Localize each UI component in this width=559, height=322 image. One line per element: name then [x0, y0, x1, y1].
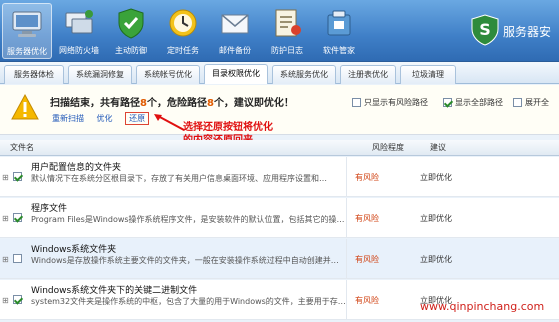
option-label: 显示全部路径: [455, 98, 503, 107]
expand-icon[interactable]: ⊞: [2, 214, 9, 223]
option-risky-only[interactable]: 只显示有风险路径: [352, 97, 428, 108]
row-desc: 默认情况下在系统分区根目录下，存放了有关用户信息桌面环境、应用程序设置和…: [31, 174, 327, 183]
title-mid: 个，危险路径: [146, 98, 207, 109]
toolbar-label: 邮件备份: [219, 46, 251, 55]
row-title: 程序文件: [31, 204, 68, 214]
tab-vuln-repair[interactable]: 系统漏洞修复: [68, 65, 132, 84]
row-desc: Program Files是Windows操作系统程序文件，是安装软件的默认位置…: [31, 215, 345, 224]
row-title: 用户配置信息的文件夹: [31, 163, 122, 173]
brand-name: 服务器安: [503, 25, 552, 39]
path-count: 8: [140, 98, 147, 109]
toolbar-label: 软件管家: [323, 46, 355, 55]
header-suggest: 建议: [430, 143, 446, 152]
toolbar-label: 服务器优化: [7, 47, 47, 56]
mail-icon: [221, 14, 249, 34]
title-suffix: 个，建议即优化！: [213, 98, 294, 109]
table-row[interactable]: ⊞ Windows系统文件夹 Windows是存放操作系统主要文件的文件夹，一般…: [0, 239, 559, 279]
column-divider: [346, 280, 347, 320]
table-row[interactable]: ⊞ 用户配置信息的文件夹 默认情况下在系统分区根目录下，存放了有关用户信息桌面环…: [0, 157, 559, 197]
main-toolbar: 服务器优化 网络防火墙 主动防御 定时任务 邮件备份 防护日志 软件管家 S 服…: [0, 0, 559, 62]
shield-check-icon: [118, 8, 144, 39]
action-links: 重新扫描 优化 还原: [52, 112, 159, 125]
row-risk: 有风险: [355, 173, 379, 182]
tab-server-checkup[interactable]: 服务器体检: [4, 65, 64, 84]
software-icon: [327, 10, 351, 36]
brand-shield-icon: S: [471, 14, 499, 46]
toolbar-active-defense[interactable]: 主动防御: [106, 3, 156, 59]
brand-logo: S 服务器安: [470, 14, 559, 48]
annotation-line: 选择还原按钮将优化: [183, 122, 273, 133]
row-desc: Windows是存放操作系统主要文件的文件夹，一般在安装操作系统过程中自动创建并…: [31, 256, 339, 265]
rescan-link[interactable]: 重新扫描: [52, 114, 84, 123]
restore-link[interactable]: 还原: [125, 112, 150, 125]
column-divider: [346, 198, 347, 238]
row-suggest[interactable]: 立即优化: [420, 172, 452, 183]
row-desc: system32文件夹是操作系统的中枢，包含了大量的用于Windows的文件，主…: [31, 297, 346, 306]
optimize-link[interactable]: 优化: [97, 114, 113, 123]
table-row[interactable]: ⊞ 程序文件 Program Files是Windows操作系统程序文件，是安装…: [0, 198, 559, 238]
svg-text:S: S: [479, 20, 491, 39]
toolbar-label: 防护日志: [271, 46, 303, 55]
row-risk: 有风险: [355, 255, 379, 264]
toolbar-scheduled-task[interactable]: 定时任务: [158, 3, 208, 59]
scan-summary: 扫描结束，共有路径8个，危险路径8个，建议即优化！ 重新扫描 优化 还原 只显示…: [0, 85, 559, 135]
risky-only-checkbox[interactable]: [352, 98, 361, 107]
computer-icon: [12, 11, 42, 37]
tab-account-optimize[interactable]: 系统帐号优化: [136, 65, 200, 84]
column-divider: [346, 239, 347, 279]
toolbar-label: 主动防御: [115, 46, 147, 55]
clock-icon: [169, 9, 197, 37]
option-show-all[interactable]: 显示全部路径: [443, 97, 503, 108]
expand-icon[interactable]: ⊞: [2, 296, 9, 305]
row-suggest[interactable]: 立即优化: [420, 254, 452, 265]
toolbar-software-manager[interactable]: 软件管家: [314, 3, 364, 59]
toolbar-mail-backup[interactable]: 邮件备份: [210, 3, 260, 59]
title-prefix: 扫描结束，共有路径: [50, 98, 140, 109]
toolbar-server-optimize[interactable]: 服务器优化: [2, 3, 52, 59]
row-title: Windows系统文件夹: [31, 245, 117, 255]
tab-directory-permission[interactable]: 目录权限优化: [204, 64, 268, 84]
tab-junk-clean[interactable]: 垃圾清理: [400, 65, 456, 84]
tab-registry-optimize[interactable]: 注册表优化: [340, 65, 396, 84]
network-icon: [65, 10, 93, 34]
toolbar-label: 网络防火墙: [59, 46, 99, 55]
option-label: 只显示有风险路径: [364, 98, 428, 107]
show-all-checkbox[interactable]: [443, 98, 452, 107]
annotation-arrow-icon: [154, 114, 185, 131]
option-label: 展开全: [525, 98, 549, 107]
tab-service-optimize[interactable]: 系统服务优化: [272, 65, 336, 84]
row-checkbox[interactable]: [13, 213, 22, 222]
header-risk: 风险程度: [372, 143, 404, 152]
row-checkbox[interactable]: [13, 295, 22, 304]
danger-count: 8: [206, 98, 214, 109]
expand-icon[interactable]: ⊞: [2, 173, 9, 182]
row-checkbox[interactable]: [13, 172, 22, 181]
expand-checkbox[interactable]: [513, 98, 522, 107]
warning-icon: [11, 93, 39, 120]
toolbar-label: 定时任务: [167, 46, 199, 55]
tab-bar: 服务器体检 系统漏洞修复 系统帐号优化 目录权限优化 系统服务优化 注册表优化 …: [0, 62, 559, 84]
row-suggest[interactable]: 立即优化: [420, 213, 452, 224]
header-filename: 文件名: [10, 143, 34, 152]
row-risk: 有风险: [355, 296, 379, 305]
watermark: www.qinpinchang.com: [420, 300, 545, 313]
row-title: Windows系统文件夹下的关键二进制文件: [31, 286, 198, 296]
table-header: 文件名 风险程度 建议: [0, 140, 559, 156]
toolbar-firewall[interactable]: 网络防火墙: [54, 3, 104, 59]
log-icon: [275, 9, 301, 37]
column-divider: [346, 157, 347, 197]
option-expand[interactable]: 展开全: [513, 97, 549, 108]
scan-result-title: 扫描结束，共有路径8个，危险路径8个，建议即优化！: [50, 94, 294, 109]
toolbar-protection-log[interactable]: 防护日志: [262, 3, 312, 59]
row-risk: 有风险: [355, 214, 379, 223]
row-checkbox[interactable]: [13, 254, 22, 263]
expand-icon[interactable]: ⊞: [2, 255, 9, 264]
